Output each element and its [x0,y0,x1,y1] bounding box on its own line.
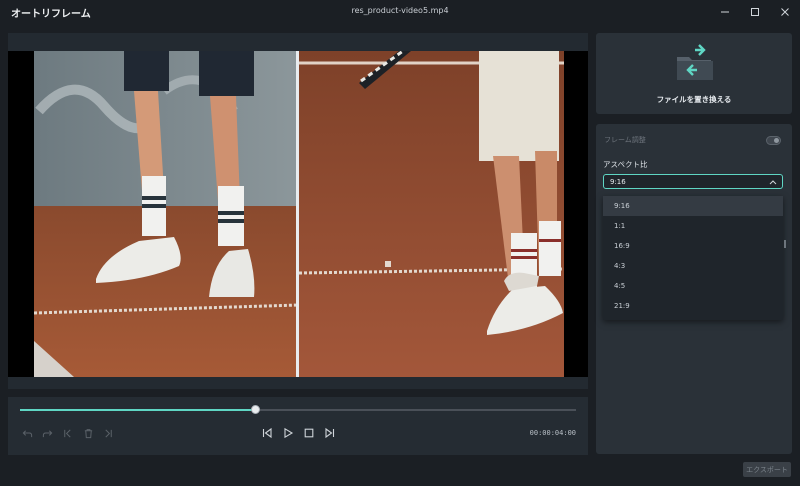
aspect-option-label: 4:5 [614,282,626,290]
progress-handle[interactable] [251,405,261,414]
undo-button[interactable] [20,426,34,440]
window-controls [710,0,800,24]
aspect-option-label: 4:3 [614,262,626,270]
delete-button[interactable] [81,426,95,440]
keyframe-start-button[interactable] [60,426,74,440]
minimize-icon [721,11,729,13]
undo-icon [22,429,32,437]
maximize-button[interactable] [740,0,770,24]
auto-reframe-window: オートリフレーム res_product-video5.mp4 00:00:04… [0,0,800,486]
play-icon [284,427,294,439]
step-back-icon [262,427,272,439]
play-button[interactable] [281,426,295,440]
scrollbar[interactable] [784,240,786,248]
close-button[interactable] [770,0,800,24]
stop-button[interactable] [302,426,316,440]
chevron-up-icon [769,180,777,185]
keyframe-end-icon [104,428,112,438]
redo-button[interactable] [40,426,54,440]
aspect-option-4-5[interactable]: 4:5 [603,276,783,296]
settings-panel: フレーム調整 アスペクト比 9:16 9:16 1:1 16:9 4:3 4:5… [596,124,792,454]
stop-icon [304,428,314,438]
aspect-ratio-value: 9:16 [610,178,626,186]
close-icon [781,8,789,16]
keyframe-end-button[interactable] [101,426,115,440]
step-forward-icon [325,427,335,439]
video-frame[interactable] [8,51,588,377]
file-name: res_product-video5.mp4 [351,6,449,15]
aspect-ratio-dropdown: 9:16 1:1 16:9 4:3 4:5 21:9 [603,196,783,320]
frame-adjust-label: フレーム調整 [604,136,646,144]
aspect-option-label: 16:9 [614,242,630,250]
aspect-ratio-select[interactable]: 9:16 [603,174,783,189]
step-forward-button[interactable] [323,426,337,440]
video-frame-left [34,51,299,377]
delete-icon [84,428,92,438]
export-label: エクスポート [746,465,788,474]
aspect-option-label: 9:16 [614,202,630,210]
aspect-option-4-3[interactable]: 4:3 [603,256,783,276]
progress-track[interactable] [20,405,576,414]
aspect-option-16-9[interactable]: 16:9 [603,236,783,256]
keyframe-start-icon [63,428,71,438]
frame-adjust-toggle[interactable] [766,136,781,145]
video-frame-right [299,51,564,377]
aspect-option-9-16[interactable]: 9:16 [603,196,783,216]
aspect-option-1-1[interactable]: 1:1 [603,216,783,236]
replace-file-icon [677,44,713,80]
title-bar: オートリフレーム res_product-video5.mp4 [0,0,800,24]
step-back-button[interactable] [260,426,274,440]
aspect-option-21-9[interactable]: 21:9 [603,296,783,316]
export-button[interactable]: エクスポート [743,462,791,477]
video-preview-panel [8,33,588,389]
replace-file-label: ファイルを置き換える [656,95,732,104]
maximize-icon [751,8,759,16]
redo-icon [42,429,52,437]
aspect-option-label: 21:9 [614,302,630,310]
timecode: 00:00:04:00 [529,429,576,437]
replace-file-button[interactable]: ファイルを置き換える [596,33,792,114]
playback-controls: 00:00:04:00 [8,397,588,455]
aspect-ratio-label: アスペクト比 [603,160,648,169]
aspect-option-label: 1:1 [614,222,626,230]
minimize-button[interactable] [710,0,740,24]
progress-fill [20,409,257,411]
